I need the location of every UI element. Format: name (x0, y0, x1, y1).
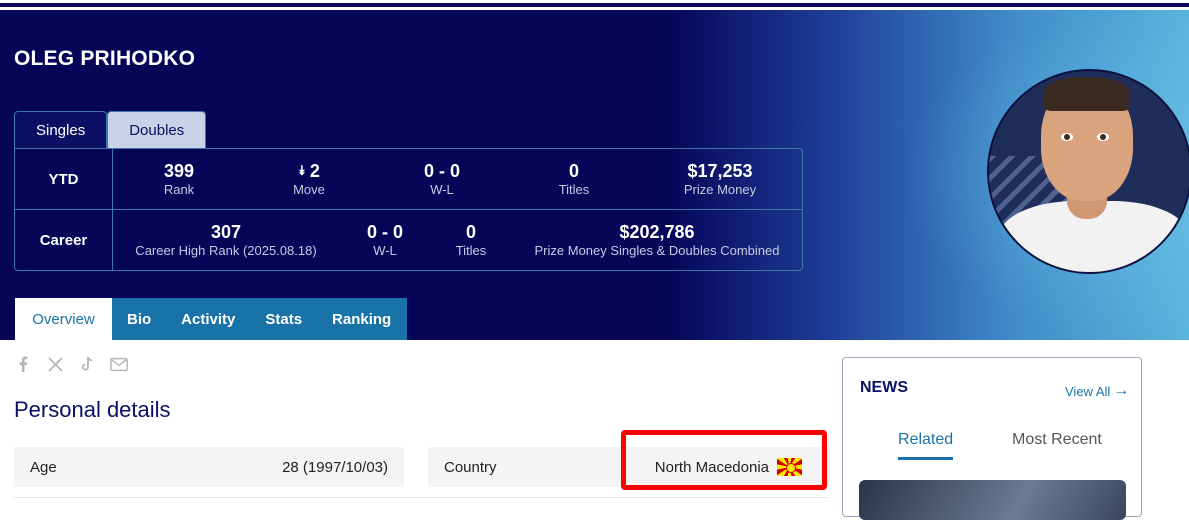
north-macedonia-flag-icon (777, 458, 802, 476)
player-avatar (987, 69, 1189, 274)
ytd-wl: 0 - 0 W-L (424, 161, 460, 199)
career-high-rank-label: Career High Rank (2025.08.18) (135, 243, 317, 258)
ytd-rank: 399 Rank (164, 161, 194, 199)
ytd-wl-value: 0 - 0 (423, 161, 461, 181)
tab-related[interactable]: Related (898, 431, 954, 460)
ytd-titles: 0 Titles (559, 161, 590, 199)
share-icons (14, 355, 128, 373)
double-chevron-down-icon: ⯯ (298, 163, 306, 178)
tab-activity[interactable]: Activity (166, 298, 250, 340)
tab-singles[interactable]: Singles (14, 111, 108, 149)
avatar-hair (1044, 77, 1130, 111)
ytd-move: ⯯ 2 Move (293, 161, 325, 199)
country-value-group: North Macedonia (655, 458, 802, 476)
career-titles-value: 0 (465, 222, 477, 242)
arrow-right-icon: → (1113, 382, 1130, 399)
stats-table: YTD 399 Rank ⯯ 2 Move 0 - 0 W-L 0 Titles … (14, 148, 803, 271)
ytd-prize-value: $17,253 (687, 161, 753, 181)
ytd-move-value: 2 (309, 161, 320, 181)
record-type-tabs: Singles Doubles (14, 111, 207, 149)
personal-details-heading: Personal details (14, 397, 171, 422)
age-label: Age (30, 458, 57, 476)
career-wl-label: W-L (373, 243, 397, 258)
news-heading: NEWS (860, 379, 908, 396)
x-icon[interactable] (46, 355, 64, 373)
tab-ranking[interactable]: Ranking (317, 298, 406, 340)
ytd-titles-value: 0 (568, 161, 580, 181)
player-hero: OLEG PRIHODKO Singles Doubles YTD 399 Ra… (0, 10, 1189, 340)
ytd-wl-label: W-L (430, 182, 454, 197)
career-prize-value: $202,786 (619, 222, 695, 242)
avatar-eye-left (1061, 133, 1073, 141)
details-divider (14, 497, 828, 503)
age-field: Age 28 (1997/10/03) (14, 447, 404, 487)
country-label: Country (444, 458, 497, 476)
ytd-titles-label: Titles (558, 182, 590, 197)
career-prize: $202,786 Prize Money Singles & Doubles C… (535, 222, 780, 260)
career-titles-label: Titles (455, 243, 487, 258)
ytd-rank-label: Rank (163, 182, 195, 197)
view-all-link[interactable]: View All → (1065, 382, 1129, 400)
career-titles: 0 Titles (456, 222, 487, 260)
career-label: Career (15, 210, 113, 271)
career-high-rank: 307 Career High Rank (2025.08.18) (135, 222, 316, 260)
ytd-row: YTD 399 Rank ⯯ 2 Move 0 - 0 W-L 0 Titles … (15, 149, 802, 210)
tab-overview[interactable]: Overview (15, 298, 112, 340)
player-name: OLEG PRIHODKO (14, 47, 196, 70)
ytd-rank-value: 399 (163, 161, 195, 181)
career-row: Career 307 Career High Rank (2025.08.18)… (15, 210, 802, 271)
country-field: Country North Macedonia (428, 447, 828, 487)
facebook-icon[interactable] (14, 355, 32, 373)
tab-bio[interactable]: Bio (112, 298, 166, 340)
news-thumbnail[interactable] (859, 480, 1126, 520)
ytd-move-label: Move (293, 182, 325, 197)
tiktok-icon[interactable] (78, 355, 96, 373)
country-value: North Macedonia (654, 458, 769, 476)
career-wl: 0 - 0 W-L (367, 222, 403, 260)
ytd-prize: $17,253 Prize Money (684, 161, 756, 199)
avatar-eye-right (1097, 133, 1109, 141)
email-icon[interactable] (110, 355, 128, 373)
tab-most-recent[interactable]: Most Recent (1012, 431, 1102, 449)
career-high-rank-value: 307 (210, 222, 242, 242)
age-value: 28 (1997/10/03) (282, 458, 388, 476)
ytd-prize-label: Prize Money (683, 182, 757, 197)
profile-nav-tabs: Overview Bio Activity Stats Ranking (15, 298, 407, 340)
tab-stats[interactable]: Stats (250, 298, 317, 340)
career-prize-label: Prize Money Singles & Doubles Combined (534, 243, 780, 258)
top-divider (0, 0, 1189, 9)
ytd-label: YTD (15, 149, 113, 210)
career-wl-value: 0 - 0 (366, 222, 404, 242)
tab-doubles[interactable]: Doubles (107, 111, 207, 149)
news-panel: NEWS View All → Related Most Recent (842, 357, 1142, 520)
view-all-label: View All (1065, 383, 1111, 399)
